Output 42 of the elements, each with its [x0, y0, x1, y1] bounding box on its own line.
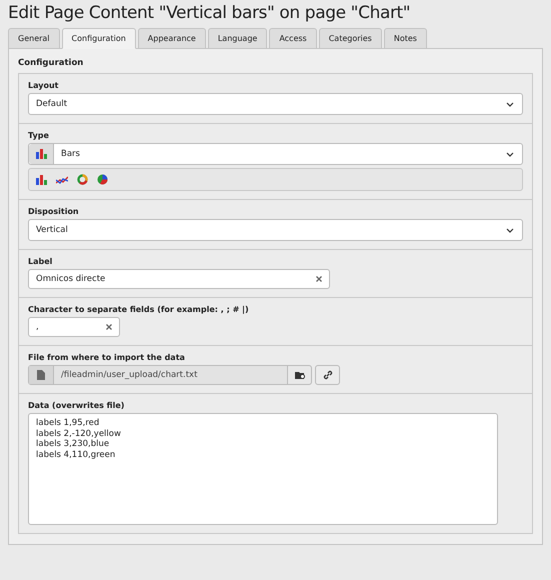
file-field[interactable]: /fileadmin/user_upload/chart.txt [28, 365, 312, 385]
chevron-down-icon [506, 152, 514, 156]
clear-icon[interactable] [316, 276, 322, 282]
field-label: Character to separate fields (for example: , ; # |) [28, 305, 250, 314]
select-field[interactable]: Bars [28, 143, 523, 165]
tab[interactable]: Notes [384, 28, 427, 49]
link-icon [322, 370, 332, 380]
page-title: Edit Page Content "Vertical bars" on page "Chart" [8, 3, 412, 23]
clear-icon[interactable] [106, 324, 112, 330]
tab[interactable]: Categories [318, 28, 382, 49]
tab[interactable]: Access [269, 28, 317, 49]
file-icon [37, 370, 45, 380]
field-label: Data (overwrites file) [28, 401, 126, 410]
textarea-field[interactable]: labels 1,95,red labels 2,-120,yellow labels 3,230,blue labels 4,110,green [28, 413, 498, 525]
tab[interactable]: Language [208, 28, 268, 49]
chart-type-option[interactable] [97, 174, 108, 185]
chart-type-option[interactable] [77, 174, 88, 185]
pie-chart-icon [97, 174, 108, 185]
field-label: Layout [28, 81, 60, 90]
line-chart-icon [56, 174, 68, 184]
chart-type-option[interactable] [36, 174, 47, 184]
chart-type-option[interactable] [56, 174, 68, 184]
field-label: Disposition [28, 207, 80, 216]
chevron-down-icon [506, 102, 514, 106]
input-field[interactable]: Omnicos directe [28, 269, 330, 289]
tab[interactable]: Appearance [138, 28, 206, 49]
field-label: File from where to import the data [28, 353, 186, 362]
tab[interactable]: Configuration [62, 28, 136, 49]
link-button[interactable] [315, 365, 340, 385]
select-field[interactable]: Default [28, 93, 523, 115]
chevron-down-icon [506, 228, 514, 232]
input-field[interactable]: , [28, 317, 120, 337]
browse-button[interactable] [287, 366, 311, 384]
tab[interactable]: General [8, 28, 60, 49]
field-label: Type [28, 131, 50, 140]
select-field[interactable]: Vertical [28, 219, 523, 241]
donut-chart-icon [77, 174, 88, 185]
bar-chart-icon [36, 149, 46, 159]
bar-chart-icon [36, 174, 47, 184]
field-label: Label [28, 257, 54, 266]
fieldset-title: Configuration [18, 58, 84, 68]
folder-icon [294, 370, 304, 380]
